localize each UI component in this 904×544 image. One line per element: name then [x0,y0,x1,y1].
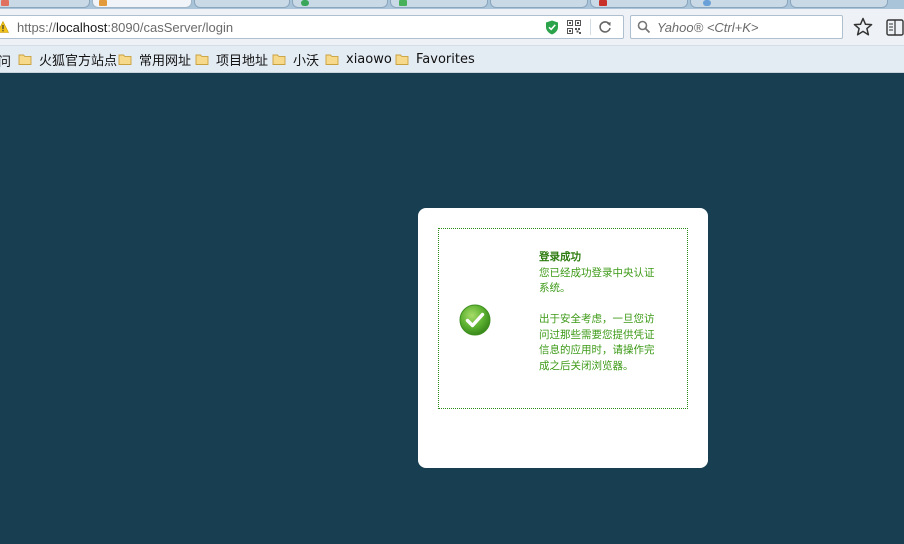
login-success-card: 登录成功 您已经成功登录中央认证 系统。 出于安全考虑，一旦您访 问过那些需要您… [418,208,708,468]
folder-icon [118,54,132,65]
tab[interactable] [590,0,688,8]
url-bar[interactable]: https://localhost:8090/casServer/login [0,15,624,39]
tab[interactable] [490,0,588,8]
security-note-line: 成之后关闭浏览器。 [539,359,634,372]
bookmark-folder-firefox-official[interactable]: 火狐官方站点 [18,50,118,69]
tab[interactable] [690,0,788,8]
tab-favicon [1,0,9,6]
url-prefix: https:// [17,20,57,35]
success-line: 系统。 [539,282,571,294]
bookmark-folder-xiaowo-cn[interactable]: 小沃 [272,50,320,69]
folder-icon [325,54,339,65]
success-message: 登录成功 您已经成功登录中央认证 系统。 出于安全考虑，一旦您访 问过那些需要您… [539,250,675,374]
security-note-line: 出于安全考虑，一旦您访 [539,313,655,325]
bookmark-label: 火狐官方站点 [39,53,118,69]
bookmark-label: 项目地址 [216,53,269,69]
tab[interactable] [194,0,290,8]
security-note-line: 信息的应用时，请操作完 [539,344,655,356]
bookmark-label: 常用网址 [139,53,192,69]
success-title: 登录成功 [539,251,581,263]
url-path: :8090/casServer/login [107,20,234,35]
bookmark-item-partial[interactable]: 问 [0,51,11,70]
tab[interactable] [0,0,90,8]
tab-favicon [399,0,407,6]
success-line: 您已经成功登录中央认证 [539,266,655,279]
tab-favicon [99,0,107,6]
reload-icon[interactable] [597,19,613,35]
shield-icon[interactable] [545,20,559,35]
url-text[interactable]: https://localhost:8090/casServer/login [17,20,233,35]
tab-strip [0,0,904,9]
qr-code-icon[interactable] [567,20,581,34]
bookmark-folder-favorites[interactable]: Favorites [395,50,475,68]
navigation-toolbar: https://localhost:8090/casServer/login [0,9,904,46]
bookmark-star-icon[interactable] [853,17,873,37]
bookmark-folder-project-addresses[interactable]: 项目地址 [195,50,269,69]
tab[interactable] [390,0,488,8]
bookmark-label: 小沃 [293,53,320,69]
folder-icon [18,54,32,65]
tab-active[interactable] [92,0,192,8]
bookmark-folder-common-sites[interactable]: 常用网址 [118,50,192,69]
warning-icon[interactable] [0,21,9,33]
bookmark-label: Favorites [416,51,475,67]
success-check-icon [459,304,491,336]
tab-favicon [599,0,607,6]
tab-favicon [301,0,309,6]
folder-icon [272,54,286,65]
search-input[interactable] [657,17,837,37]
tab-favicon [703,0,711,6]
url-bar-divider [590,19,591,35]
success-message-box: 登录成功 您已经成功登录中央认证 系统。 出于安全考虑，一旦您访 问过那些需要您… [438,228,688,409]
search-icon [637,20,651,34]
url-host: localhost [56,20,108,35]
bookmark-label: xiaowo [346,51,392,67]
search-bar[interactable] [630,15,843,39]
bookmark-folder-xiaowo[interactable]: xiaowo [325,50,392,68]
tab[interactable] [790,0,888,8]
security-note-line: 问过那些需要您提供凭证 [539,328,655,341]
reading-list-icon[interactable] [886,19,904,36]
folder-icon [395,54,409,65]
tab[interactable] [292,0,388,8]
folder-icon [195,54,209,65]
bookmarks-toolbar: 问 火狐官方站点 常用网址 项目地址 小沃 xiaowo Favorites [0,46,904,73]
